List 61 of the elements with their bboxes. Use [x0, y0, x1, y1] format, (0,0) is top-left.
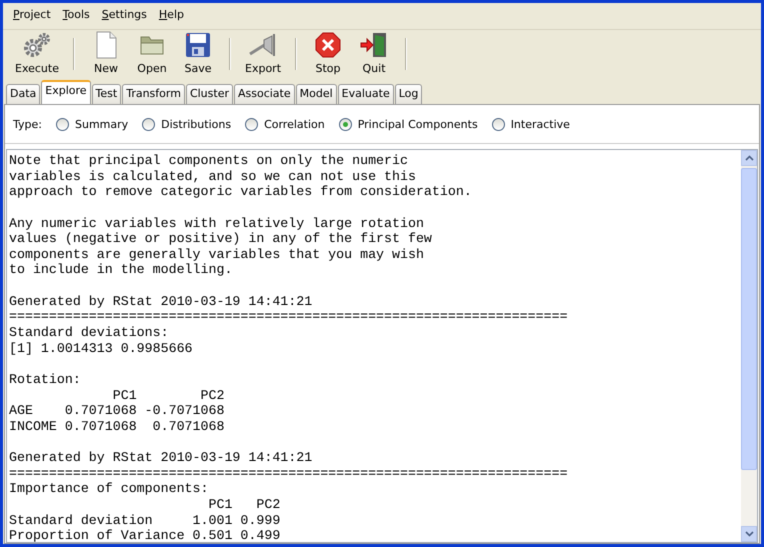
tab[interactable]: Evaluate: [338, 84, 394, 104]
radio-label[interactable]: Distributions: [161, 118, 232, 130]
output-line: variables is calculated, and so we can not use this: [9, 168, 417, 184]
output-line: Standard deviations:: [9, 325, 170, 341]
scroll-thumb[interactable]: [741, 168, 757, 470]
radio-button[interactable]: [142, 118, 156, 130]
toolbar-button[interactable]: New: [83, 30, 129, 78]
output-line: to include in the modelling.: [9, 262, 234, 278]
menu-item[interactable]: Help: [152, 8, 190, 24]
radio-button[interactable]: [56, 118, 69, 130]
scrollbar[interactable]: [741, 150, 757, 542]
tab[interactable]: Cluster: [186, 84, 233, 104]
output-line: Generated by RStat 2010-03-19 14:41:21: [9, 294, 314, 310]
tab[interactable]: Transform: [122, 84, 185, 104]
output-line: Note that principal components on only the numeric: [9, 153, 409, 169]
output-line: ======================================================================: [9, 309, 569, 326]
output-line: AGE 0.7071068 -0.7071068: [9, 403, 226, 419]
output-line: ======================================================================: [9, 466, 569, 482]
output-line: Generated by RStat 2010-03-19 14:41:21: [9, 450, 314, 466]
tab[interactable]: Explore: [41, 80, 91, 104]
scroll-up-button[interactable]: [741, 150, 757, 166]
menu-item[interactable]: Tools: [56, 8, 96, 24]
toolbar-button[interactable]: Open: [129, 30, 175, 78]
toolbar-button[interactable]: Quit: [351, 30, 398, 78]
page-icon: [94, 31, 118, 59]
tab[interactable]: Data: [6, 84, 40, 104]
gear-icon: [22, 31, 52, 59]
radio-label[interactable]: Principal Components: [358, 118, 478, 130]
radio-button[interactable]: [245, 118, 258, 130]
output-line: INCOME 0.7071068 0.7071068: [9, 418, 226, 435]
tab[interactable]: Log: [394, 84, 422, 104]
scroll-down-button[interactable]: [741, 526, 757, 542]
output-line: Rotation:: [9, 372, 82, 388]
output-line: [1] 1.0014313 0.9985666: [9, 340, 194, 356]
tab[interactable]: Test: [92, 84, 122, 104]
exit-door-icon: [360, 32, 388, 58]
radio-label[interactable]: Interactive: [510, 118, 570, 130]
output-line: values (negative or positive) in any of the first few: [9, 231, 433, 247]
output-line: Proportion of Variance 0.501 0.499: [9, 528, 282, 542]
menu-item[interactable]: Project: [7, 8, 57, 24]
output-line: approach to remove categoric variables from consideration.: [9, 184, 473, 200]
output-line: components are generally variables that you may wish: [9, 246, 425, 262]
stop-icon: [315, 32, 342, 58]
radio-button[interactable]: [338, 118, 352, 130]
output-line: Importance of components:: [9, 481, 210, 498]
toolbar-button[interactable]: Save: [175, 30, 221, 78]
tab[interactable]: Model: [296, 84, 337, 104]
toolbar-button[interactable]: Stop: [305, 30, 352, 78]
menu-item[interactable]: Settings: [96, 8, 153, 24]
plug-icon: [248, 32, 278, 58]
radio-label[interactable]: Summary: [74, 118, 128, 130]
toolbar-button[interactable]: Export: [239, 30, 288, 78]
toolbar-button[interactable]: Execute: [9, 30, 65, 78]
tab[interactable]: Associate: [234, 84, 295, 104]
output-line: Standard deviation 1.001 0.999: [9, 512, 282, 528]
radio-button[interactable]: [492, 118, 505, 130]
output-line: PC1 PC2: [112, 388, 226, 404]
output-line: Any numeric variables with relatively large rotation: [9, 216, 425, 232]
radio-label[interactable]: Correlation: [264, 118, 325, 130]
output-line: PC1 PC2: [207, 497, 282, 513]
type-label: Type:: [13, 118, 42, 130]
